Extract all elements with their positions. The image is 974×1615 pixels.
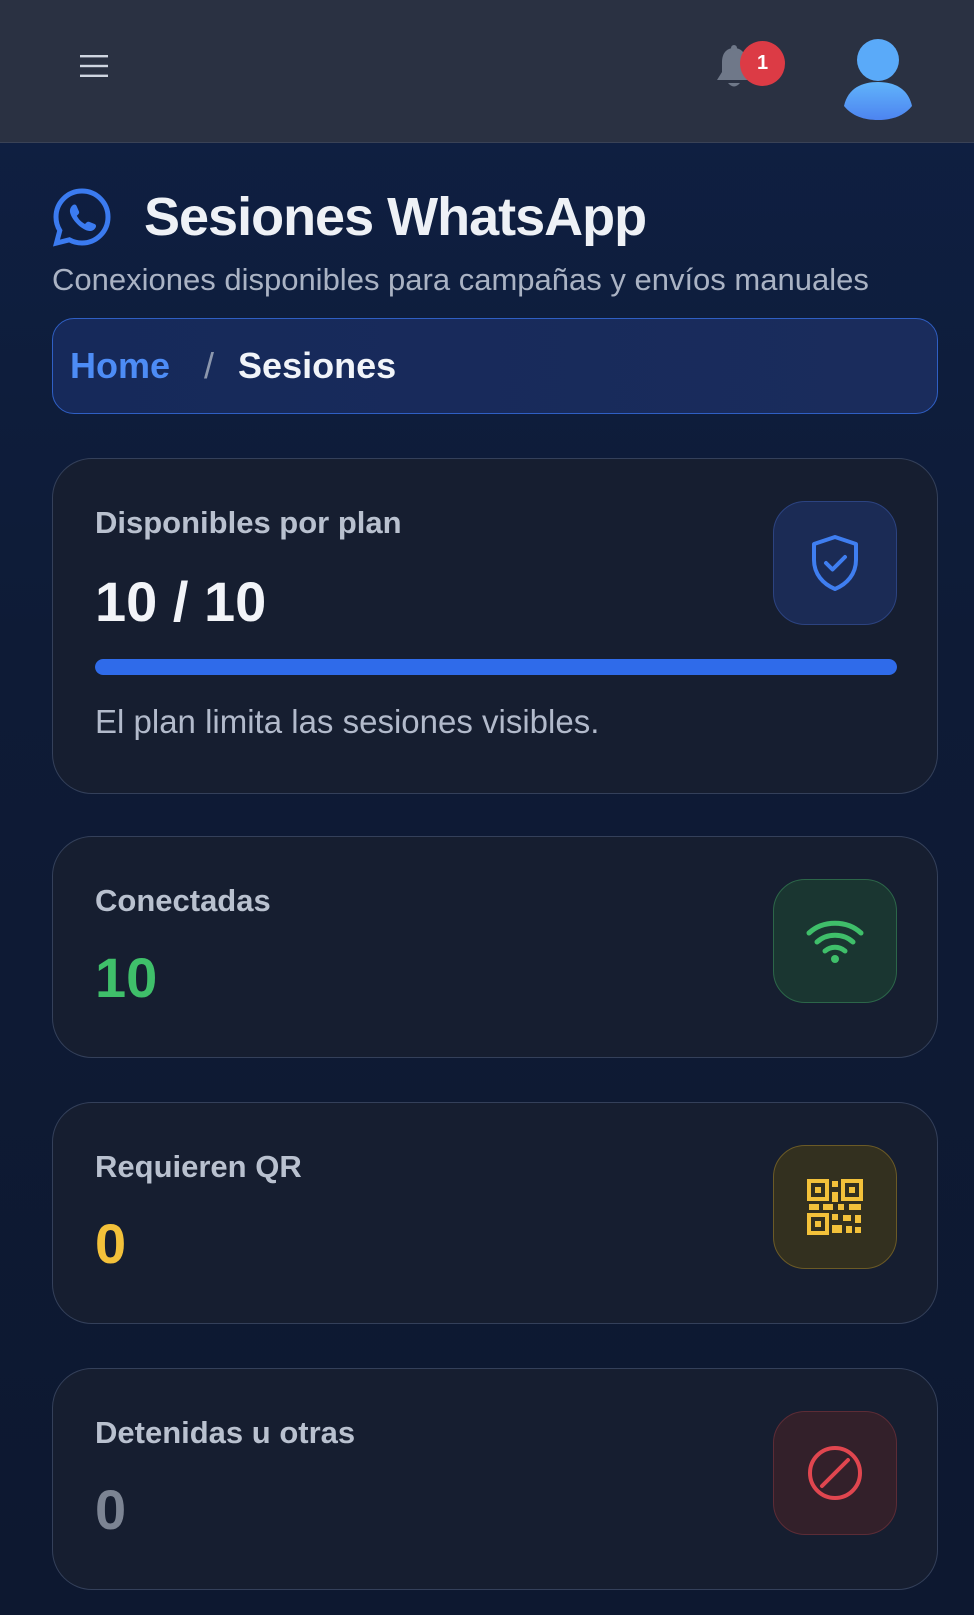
qr-required-value: 0 xyxy=(95,1212,127,1275)
shield-check-icon xyxy=(773,501,897,625)
connected-value: 10 xyxy=(95,946,158,1009)
breadcrumb-separator: / xyxy=(204,345,215,386)
whatsapp-icon xyxy=(53,188,111,247)
page-title: Sesiones WhatsApp xyxy=(144,187,647,247)
notification-badge: 1 xyxy=(740,41,785,86)
page-subtitle: Conexiones disponibles para campañas y e… xyxy=(52,262,869,297)
plan-sessions-card: Disponibles por plan 10 / 10 El plan lim… xyxy=(52,458,938,794)
qr-required-label: Requieren QR xyxy=(95,1149,302,1184)
notifications-button[interactable]: 1 xyxy=(708,36,788,100)
top-navbar: 1 xyxy=(0,0,974,143)
plan-usage-progress xyxy=(95,659,897,675)
breadcrumb-home-link[interactable]: Home xyxy=(70,345,170,387)
plan-usage-progress-fill xyxy=(95,659,897,675)
breadcrumb: Home / Sesiones xyxy=(52,318,938,414)
qr-required-card: Requieren QR 0 xyxy=(52,1102,938,1324)
connected-sessions-card: Conectadas 10 xyxy=(52,836,938,1058)
connected-label: Conectadas xyxy=(95,883,271,918)
ban-icon xyxy=(773,1411,897,1535)
plan-note: El plan limita las sesiones visibles. xyxy=(95,703,600,740)
stopped-sessions-card: Detenidas u otras 0 xyxy=(52,1368,938,1590)
plan-sessions-value: 10 / 10 xyxy=(95,570,267,633)
qr-code-icon xyxy=(773,1145,897,1269)
breadcrumb-current: Sesiones xyxy=(238,345,397,386)
user-avatar-icon[interactable] xyxy=(838,36,918,120)
plan-sessions-label: Disponibles por plan xyxy=(95,505,402,540)
page-header: Sesiones WhatsApp xyxy=(52,186,647,248)
stopped-label: Detenidas u otras xyxy=(95,1415,356,1450)
wifi-icon xyxy=(773,879,897,1003)
stopped-value: 0 xyxy=(95,1478,127,1541)
hamburger-menu-icon[interactable] xyxy=(72,44,116,88)
